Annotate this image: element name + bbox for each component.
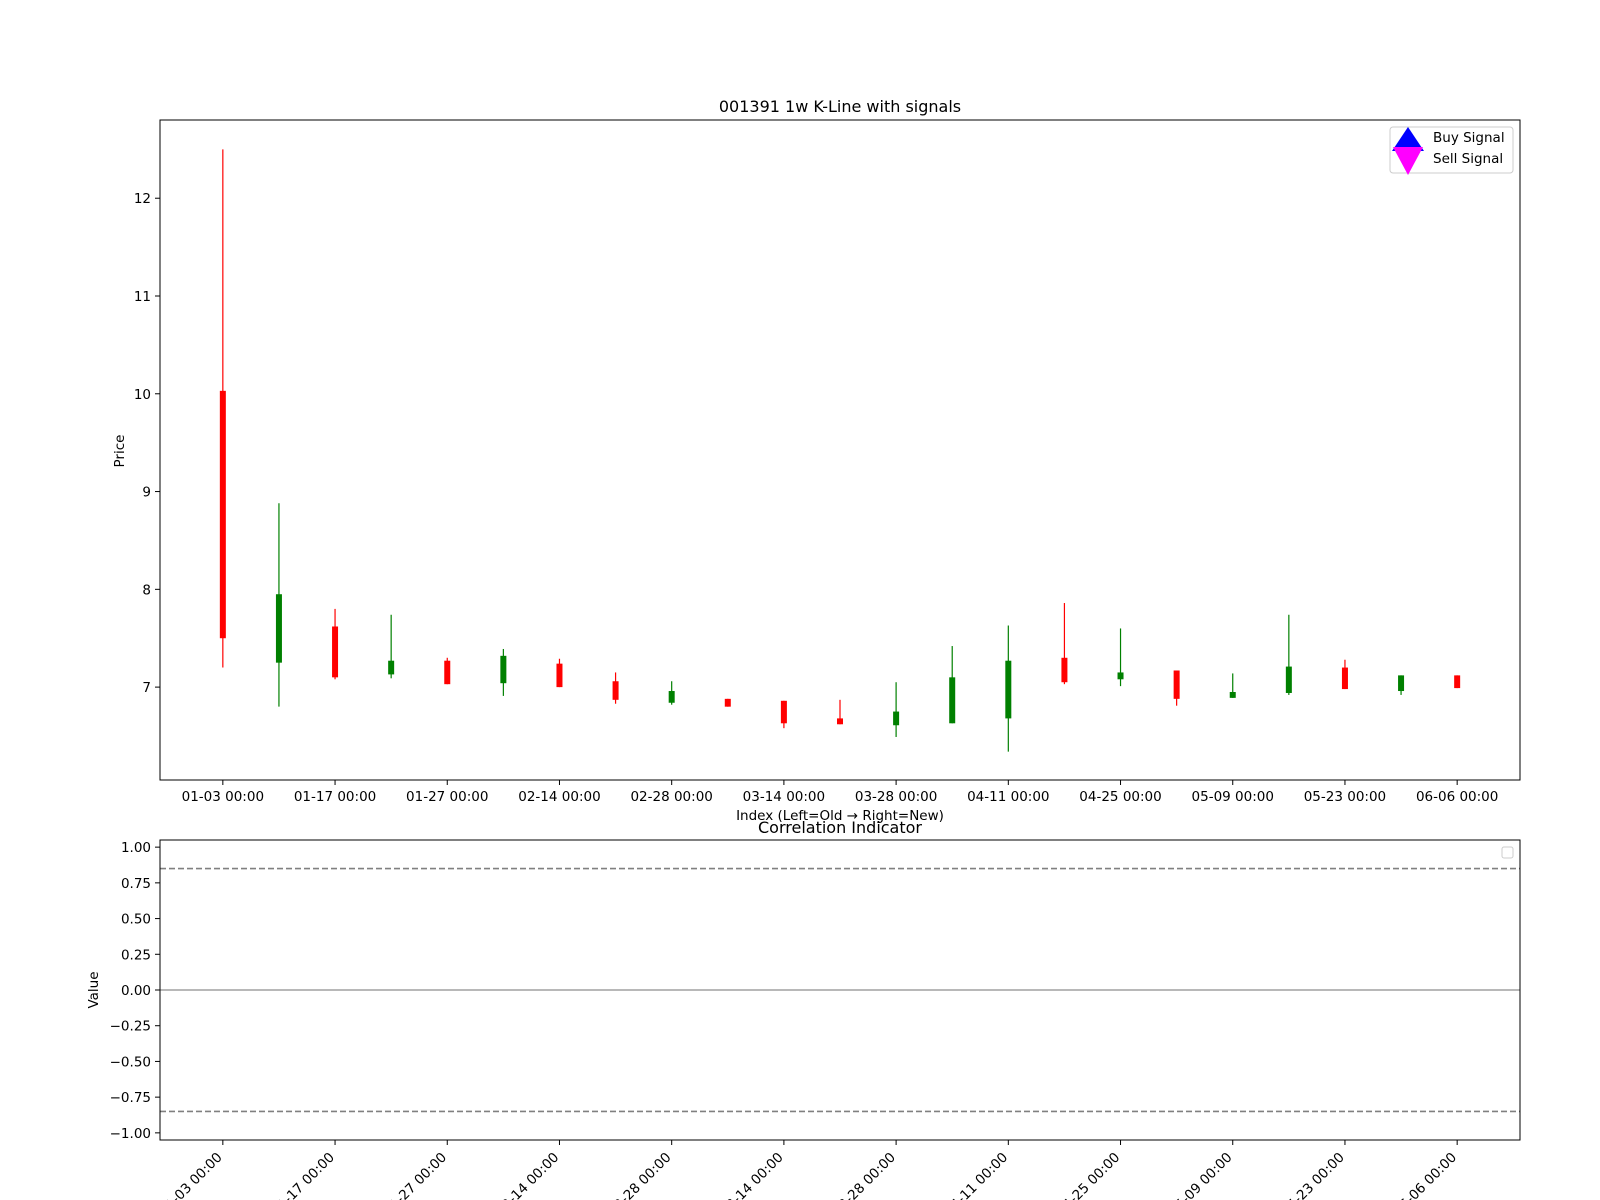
y-tick-label: −0.75 [110,1090,151,1106]
x-tick-label: 05-23 00:00 [1304,789,1386,805]
x-tick-label: 03-28 00:00 [855,789,937,805]
y-tick-label: −0.50 [110,1054,151,1070]
candle-body [893,711,900,726]
x-tick-label: 05-09 00:00 [1166,1150,1236,1200]
x-tick-label: 03-28 00:00 [829,1150,899,1200]
y-tick-label: 1.00 [121,840,151,856]
x-tick-label: 02-14 00:00 [493,1150,563,1200]
indicator-title: Correlation Indicator [758,818,922,837]
indicator-reference-lines [160,867,1520,1113]
x-tick-label: 04-11 00:00 [967,789,1049,805]
candle-body [275,594,282,663]
legend-label-buy-signal: Buy Signal [1433,130,1505,146]
y-tick-label: 0.50 [121,912,151,928]
indicator-panel: 1.00 0.75 0.50 0.25 0.00 −0.25 −0.50 −0.75 −1.00… [86,818,1521,1200]
candle-body [1285,666,1292,693]
candle-body [332,626,339,678]
y-tick-label: 0.75 [121,876,151,892]
y-tick-label: 11 [134,289,151,305]
x-tick-label: 01-03 00:00 [156,1150,226,1200]
x-tick-label: 02-14 00:00 [518,789,600,805]
legend-label-sell-signal: Sell Signal [1433,151,1503,167]
y-tick-label: 7 [142,680,151,696]
y-tick-label: −1.00 [110,1126,151,1142]
y-tick-label: 0.25 [121,947,151,963]
candle-body [724,698,731,707]
x-tick-label: 04-25 00:00 [1079,789,1161,805]
y-tick-label: 10 [134,387,151,403]
candle-body [837,718,843,725]
candle-body [1005,660,1012,719]
candle-body [949,677,956,724]
kline-plot-frame [159,119,1521,781]
candle-body [1454,675,1461,689]
y-tick-label: −0.25 [110,1019,151,1035]
x-tick-label: 01-27 00:00 [380,1150,450,1200]
x-tick-label: 03-14 00:00 [743,789,825,805]
x-tick-label: 06-06 00:00 [1416,789,1498,805]
candle-body [500,655,507,684]
y-tick-label: 0.00 [121,983,151,999]
candle-body [388,660,395,675]
candle-body [1398,675,1405,692]
chart-figure: 001391 1w K-Line with signals 789101112 … [86,97,1521,1200]
candle-body [612,681,619,700]
kline-title: 001391 1w K-Line with signals [719,97,961,116]
kline-y-axis-label: Price [112,435,128,468]
x-tick-label: 03-14 00:00 [717,1150,787,1200]
x-tick-label: 01-27 00:00 [406,789,488,805]
candle-body [1341,667,1348,690]
candle-body [444,660,451,685]
x-tick-label: 01-17 00:00 [294,789,376,805]
x-tick-label: 02-28 00:00 [630,789,712,805]
kline-y-axis: 7 8 9 10 11 12 [134,191,160,696]
candle-body [1229,692,1236,698]
candle-body [556,663,563,688]
y-tick-label: 12 [134,191,151,207]
candle-body [1117,672,1124,680]
candle-body [1173,670,1180,699]
candle-body [780,700,787,724]
candle-body [668,691,675,703]
indicator-y-axis-label: Value [86,971,102,1008]
kline-panel: 001391 1w K-Line with signals 789101112 … [112,97,1521,824]
x-tick-label: 05-23 00:00 [1278,1150,1348,1200]
kline-x-axis: 01-03 00:00 01-17 00:00 01-27 00:00 02-14 0… [182,780,1498,805]
x-tick-label: 01-17 00:00 [268,1150,338,1200]
indicator-y-axis: 1.00 0.75 0.50 0.25 0.00 −0.25 −0.50 −0.75 −1.00 [110,840,160,1142]
candle-body [1061,657,1068,683]
x-tick-label: 04-25 00:00 [1054,1150,1124,1200]
indicator-empty-legend [1501,846,1514,859]
x-tick-label: 06-06 00:00 [1390,1150,1460,1200]
kline-legend: Buy Signal Sell Signal [1389,126,1514,175]
y-tick-label: 9 [142,485,151,501]
y-tick-label: 8 [142,582,151,598]
x-tick-label: 01-03 00:00 [182,789,264,805]
kline-candles [219,149,1461,752]
x-tick-label: 02-28 00:00 [605,1150,675,1200]
x-tick-label: 05-09 00:00 [1192,789,1274,805]
candle-body [219,390,226,639]
x-tick-label: 04-11 00:00 [942,1150,1012,1200]
indicator-x-axis: 01-03 00:00 01-17 00:00 01-27 00:00 02-14 0… [156,1140,1460,1200]
